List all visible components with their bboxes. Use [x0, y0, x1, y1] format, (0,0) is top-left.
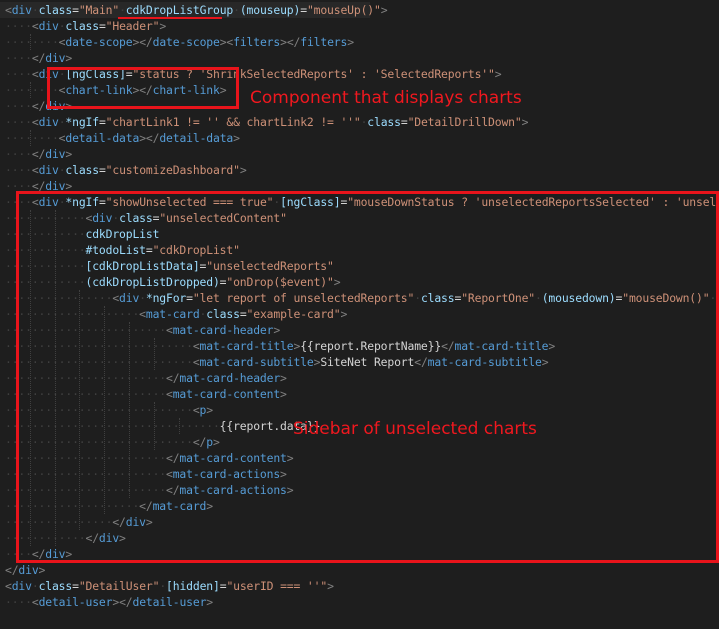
highlight-box-chart-link [47, 67, 239, 109]
component-annotation: Component that displays charts [250, 88, 522, 108]
underline-cdkdroplistgroup [118, 17, 222, 19]
highlight-box-sidebar [16, 191, 719, 563]
code-line: ····<detail-user></detail-user> [5, 595, 214, 609]
code-line: ········<detail-data></detail-data> [5, 131, 240, 145]
code-line: ····<div·class="Header"> [5, 19, 167, 33]
code-line: ····<div·class="customizeDashboard"> [5, 163, 247, 177]
code-line: </div> [5, 563, 46, 577]
code-line: <div·class="DetailUser"·[hidden]="userID… [5, 579, 334, 593]
code-editor[interactable]: <div·class="Main"·cdkDropListGroup·(mous… [0, 0, 719, 629]
code-line: ····<div·*ngIf="chartLink1 != '' && char… [5, 115, 529, 129]
sidebar-annotation: Sidebar of unselected charts [293, 419, 537, 439]
code-line: ····</div> [5, 147, 73, 161]
code-line: ····</div> [5, 51, 73, 65]
code-line: <div·class="Main"·cdkDropListGroup·(mous… [5, 3, 388, 17]
code-line: ········<date-scope></date-scope><filter… [5, 35, 354, 49]
